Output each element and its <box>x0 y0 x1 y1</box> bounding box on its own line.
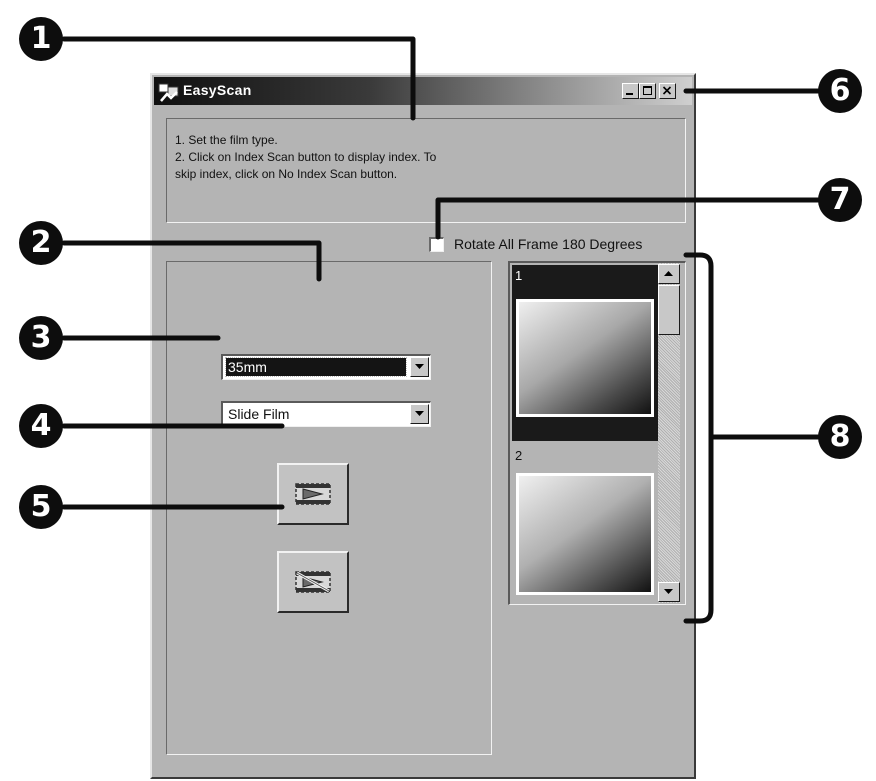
callout-3: 3 <box>19 316 63 360</box>
chevron-down-icon <box>415 411 424 416</box>
callout-8: 8 <box>818 415 862 459</box>
scroll-up-button[interactable] <box>658 264 680 284</box>
callout-1: 1 <box>19 17 63 61</box>
chevron-down-icon <box>664 589 673 594</box>
callout-2: 2 <box>19 221 63 265</box>
film-size-dropdown-arrow[interactable] <box>410 357 429 377</box>
window-title: EasyScan <box>183 82 252 98</box>
minimize-icon <box>626 93 633 95</box>
thumbnail-frame-1[interactable]: 1 <box>512 265 658 441</box>
callout-6: 6 <box>818 69 862 113</box>
no-index-scan-button[interactable] <box>277 551 349 613</box>
index-scan-button[interactable] <box>277 463 349 525</box>
film-size-value: 35mm <box>225 357 407 377</box>
easyscan-window: EasyScan 1. Set the film type. 2. Click … <box>150 73 696 779</box>
title-bar[interactable]: EasyScan <box>154 77 692 105</box>
film-type-value: Slide Film <box>228 406 290 422</box>
close-button[interactable] <box>659 83 676 99</box>
frame-number-label: 2 <box>515 448 523 463</box>
callout-7: 7 <box>818 178 862 222</box>
close-icon <box>662 86 672 95</box>
easyscan-app-icon <box>158 81 180 103</box>
rotate-180-label: Rotate All Frame 180 Degrees <box>454 236 643 252</box>
frame-preview-image <box>516 473 654 595</box>
chevron-up-icon <box>664 271 673 276</box>
frame-number-label: 1 <box>515 268 523 283</box>
thumbnail-list[interactable]: 1 2 <box>508 261 686 605</box>
callout-5: 5 <box>19 485 63 529</box>
film-size-dropdown[interactable]: 35mm <box>221 354 431 380</box>
maximize-button[interactable] <box>639 83 656 99</box>
minimize-button[interactable] <box>622 83 639 99</box>
thumbnail-frame-2[interactable]: 2 <box>512 445 658 601</box>
instruction-line-2: 2. Click on Index Scan button to display… <box>175 150 437 164</box>
instruction-line-3: skip index, click on No Index Scan butto… <box>175 167 398 181</box>
callout-4: 4 <box>19 404 63 448</box>
no-index-scan-icon <box>295 571 331 593</box>
maximize-icon <box>643 86 652 95</box>
chevron-down-icon <box>415 364 424 369</box>
scan-settings-panel: 35mm Slide Film <box>166 261 492 755</box>
index-scan-icon <box>295 483 331 505</box>
thumbnail-scrollbar[interactable] <box>658 263 680 603</box>
scroll-down-button[interactable] <box>658 582 680 602</box>
film-type-dropdown[interactable]: Slide Film <box>221 401 431 427</box>
rotate-180-checkbox[interactable] <box>429 237 444 252</box>
frame-preview-image <box>516 299 654 417</box>
film-type-dropdown-arrow[interactable] <box>410 404 429 424</box>
instructions-panel: 1. Set the film type. 2. Click on Index … <box>166 118 686 223</box>
scrollbar-thumb[interactable] <box>658 285 680 335</box>
leader-8 <box>683 252 821 624</box>
instruction-line-1: 1. Set the film type. <box>175 133 278 147</box>
